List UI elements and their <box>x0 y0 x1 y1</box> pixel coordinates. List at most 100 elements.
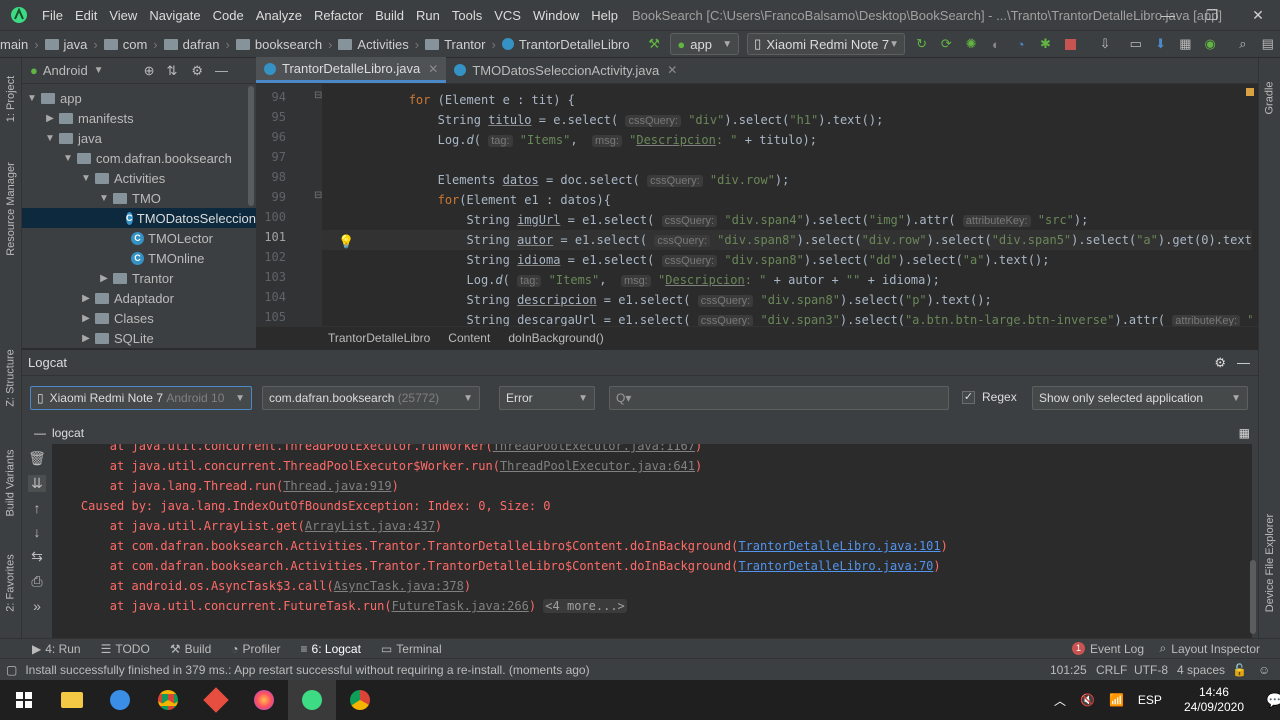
event-log-button[interactable]: 1 Event Log <box>1071 642 1144 656</box>
language-indicator[interactable]: ESP <box>1138 693 1162 707</box>
code-line[interactable]: String imgUrl = e1.select( cssQuery: "di… <box>322 210 1252 230</box>
tree-item-sqlite[interactable]: ▶ SQLite <box>22 328 256 348</box>
more-frames-link[interactable]: <4 more...> <box>543 599 627 613</box>
tab-project[interactable]: 1: Project <box>0 64 22 134</box>
tab-structure[interactable]: Z: Structure <box>0 340 22 416</box>
apply-code-changes-icon[interactable]: ⟳ <box>936 33 957 55</box>
more-icon[interactable]: » <box>33 598 41 614</box>
menu-item-help[interactable]: Help <box>585 8 624 23</box>
tree-item-tmodatosseleccion[interactable]: C TMODatosSeleccion <box>22 208 256 228</box>
apply-changes-icon[interactable]: ↻ <box>911 33 932 55</box>
lock-icon[interactable]: 🔓 <box>1232 663 1247 677</box>
run-config-select[interactable]: ● app ▼ <box>670 33 740 55</box>
log-line[interactable]: at java.util.concurrent.ThreadPoolExecut… <box>52 444 702 456</box>
code-line[interactable]: String autor = e1.select( cssQuery: "div… <box>322 230 1252 250</box>
code-line[interactable]: String titulo = e.select( cssQuery: "div… <box>322 110 1252 130</box>
toolwindow-todo[interactable]: ☰ TODO <box>101 642 150 656</box>
firefox-icon[interactable] <box>240 680 288 720</box>
breadcrumb-item[interactable]: TrantorDetalleLibro <box>500 37 630 52</box>
clock[interactable]: 14:46 24/09/2020 <box>1184 685 1244 715</box>
sdk-manager-icon[interactable]: ⬇ <box>1150 33 1171 55</box>
regex-checkbox[interactable]: ✓ Regex <box>962 390 1017 404</box>
log-scrollbar[interactable] <box>1250 560 1256 634</box>
wifi-icon[interactable]: 📶 <box>1109 693 1124 707</box>
soft-wrap-icon[interactable]: ⇆ <box>31 548 43 565</box>
tree-item-manifests[interactable]: ▶ manifests <box>22 108 256 128</box>
stacktrace-link[interactable]: ArrayList.java:437 <box>305 519 435 533</box>
tree-item-java[interactable]: ▼ java <box>22 128 256 148</box>
tree-item-tmonline[interactable]: C TMOnline <box>22 248 256 268</box>
stacktrace-link[interactable]: FutureTask.java:266 <box>392 599 529 613</box>
log-line[interactable]: at java.util.concurrent.ThreadPoolExecut… <box>52 456 702 476</box>
tree-item-clases[interactable]: ▶ Clases <box>22 308 256 328</box>
up-arrow-icon[interactable]: ↑ <box>34 500 41 516</box>
process-select[interactable]: com.dafran.booksearch (25772) ▼ <box>262 386 480 410</box>
breadcrumb-method[interactable]: doInBackground() <box>508 331 603 345</box>
filter-select[interactable]: Show only selected application ▼ <box>1032 386 1248 410</box>
menu-item-vcs[interactable]: VCS <box>488 8 527 23</box>
breadcrumb-item[interactable]: Activities › <box>336 37 419 52</box>
log-line[interactable]: Caused by: java.lang.IndexOutOfBoundsExc… <box>52 496 551 516</box>
android-icon[interactable]: ◉ <box>1200 33 1221 55</box>
caret-position[interactable]: 101:25 <box>1050 663 1087 677</box>
tab-gradle[interactable]: Gradle <box>1259 68 1280 128</box>
code-line[interactable]: String descargaUrl = e1.select( cssQuery… <box>322 310 1252 326</box>
toolwindow-6-logcat[interactable]: ≡ 6: Logcat <box>301 642 361 656</box>
layout-inspector-button[interactable]: ⌕ Layout Inspector <box>1160 641 1260 656</box>
breadcrumb-inner-class[interactable]: Content <box>448 331 490 345</box>
make-project-hammer-icon[interactable]: ⚒ <box>644 33 665 55</box>
menu-item-tools[interactable]: Tools <box>446 8 488 23</box>
chrome-icon[interactable] <box>144 680 192 720</box>
sync-project-icon[interactable]: ⇩ <box>1095 33 1116 55</box>
maximize-icon[interactable]: ❐ <box>1190 0 1234 30</box>
structure-icon[interactable]: ▦ <box>1175 33 1196 55</box>
collapsed-arrow-icon[interactable]: ▶ <box>44 113 56 124</box>
minimize-icon[interactable]: — <box>1146 0 1190 30</box>
log-line[interactable]: at java.lang.Thread.run(Thread.java:919) <box>52 476 399 496</box>
volume-muted-icon[interactable]: 🔇 <box>1080 693 1095 707</box>
windows-start-icon[interactable] <box>0 680 48 720</box>
collapsed-arrow-icon[interactable]: ▶ <box>80 313 92 324</box>
log-level-select[interactable]: Error ▼ <box>499 386 595 410</box>
file-explorer-icon[interactable] <box>48 680 96 720</box>
stacktrace-link[interactable]: Thread.java:919 <box>283 479 391 493</box>
breadcrumb-item[interactable]: java › <box>43 37 98 52</box>
tab-build-variants[interactable]: Build Variants <box>0 438 22 528</box>
status-toggle-icon[interactable]: ▢ <box>6 663 17 677</box>
breadcrumb-item[interactable]: dafran › <box>162 37 230 52</box>
toolwindow-4-run[interactable]: ▶ 4: Run <box>32 642 81 656</box>
trash-icon[interactable]: 🗑 <box>28 450 46 467</box>
tree-item-activities[interactable]: ▼ Activities <box>22 168 256 188</box>
target-icon[interactable]: ⊕ <box>144 63 155 79</box>
breadcrumb-class[interactable]: TrantorDetalleLibro <box>328 331 430 345</box>
stacktrace-link[interactable]: AsyncTask.java:378 <box>334 579 464 593</box>
menu-item-refactor[interactable]: Refactor <box>308 8 369 23</box>
code-line[interactable]: Log.d( tag: "Items", msg: "Descripcion: … <box>322 130 1252 150</box>
expanded-arrow-icon[interactable]: ▼ <box>44 133 56 144</box>
tree-item-tmolector[interactable]: C TMOLector <box>22 228 256 248</box>
stacktrace-link[interactable]: TrantorDetalleLibro.java:70 <box>738 559 933 573</box>
menu-item-window[interactable]: Window <box>527 8 585 23</box>
attach-debugger-icon[interactable]: ◔ <box>1010 33 1031 55</box>
log-output[interactable]: at java.util.concurrent.ThreadPoolExecut… <box>52 444 1252 638</box>
tree-item-app[interactable]: ▼ app <box>22 88 256 108</box>
debug-icon[interactable]: ✺ <box>961 33 982 55</box>
inspection-warning-icon[interactable] <box>1246 88 1254 96</box>
stop-icon[interactable] <box>1060 33 1081 55</box>
code-line[interactable]: for(Element e1 : datos){ <box>322 190 1252 210</box>
chevron-up-icon[interactable]: ︿ <box>1054 692 1066 709</box>
project-view-select[interactable]: Android <box>43 63 88 78</box>
log-line[interactable]: at com.dafran.booksearch.Activities.Tran… <box>52 556 941 576</box>
chevron-down-icon[interactable]: ▼ <box>94 65 104 76</box>
menu-item-view[interactable]: View <box>103 8 143 23</box>
avd-manager-icon[interactable]: ▭ <box>1125 33 1146 55</box>
tab-resource-manager[interactable]: Resource Manager <box>0 154 22 264</box>
log-line[interactable]: at java.util.concurrent.FutureTask.run(F… <box>52 596 627 616</box>
collapsed-arrow-icon[interactable]: ▶ <box>98 273 110 284</box>
log-line[interactable]: at android.os.AsyncTask$3.call(AsyncTask… <box>52 576 471 596</box>
close-tab-icon[interactable]: ✕ <box>428 62 438 76</box>
breadcrumb-item[interactable]: com › <box>102 37 158 52</box>
collapse-all-icon[interactable]: ⇅ <box>166 63 177 79</box>
log-line[interactable]: at com.dafran.booksearch.Activities.Tran… <box>52 536 948 556</box>
tree-item-com-dafran-booksearch[interactable]: ▼ com.dafran.booksearch <box>22 148 256 168</box>
